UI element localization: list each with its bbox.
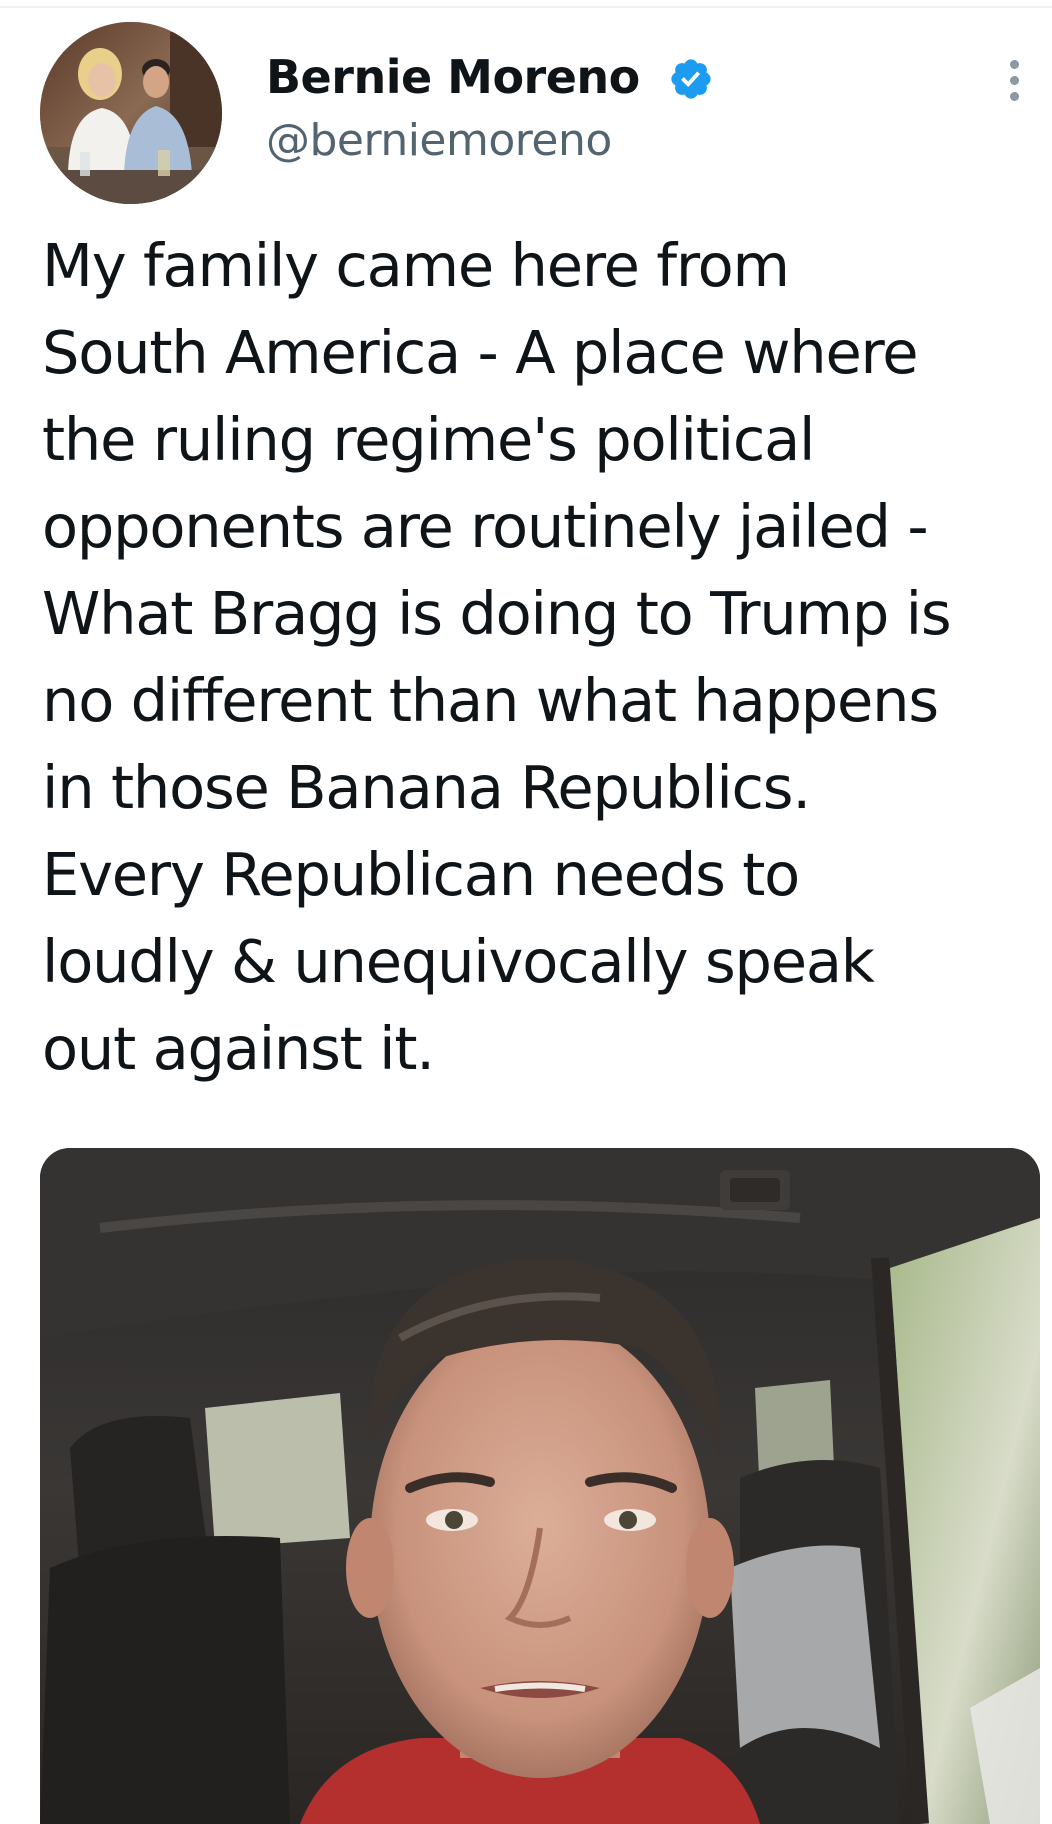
author-display-name[interactable]: Bernie Moreno (266, 48, 640, 106)
tweet-text-line: the ruling regime's political (42, 405, 815, 474)
video-still-icon (40, 1148, 1040, 1824)
top-divider (0, 6, 1052, 8)
tweet-text-line: What Bragg is doing to Trump is (42, 579, 952, 648)
tweet-text-line: opponents are routinely jailed - (42, 492, 929, 561)
tweet-text: My family came here from South America -… (42, 222, 1037, 1092)
tweet-media-video[interactable] (40, 1148, 1040, 1824)
verified-badge-icon (668, 56, 714, 102)
more-dot (1009, 59, 1019, 69)
tweet-text-line: Every Republican needs to (42, 840, 800, 909)
tweet-text-line: loudly & unequivocally speak (42, 927, 875, 996)
avatar-photo-icon (40, 22, 222, 204)
tweet-text-line: South America - A place where (42, 318, 919, 387)
tweet-text-line: out against it. (42, 1014, 435, 1083)
tweet-text-line: My family came here from (42, 231, 790, 300)
tweet-text-line: no different than what happens (42, 666, 939, 735)
author-handle[interactable]: @berniemoreno (266, 113, 612, 169)
more-options-icon[interactable] (998, 50, 1030, 110)
more-dot (1009, 75, 1019, 85)
more-dot (1009, 91, 1019, 101)
tweet-text-line: in those Banana Republics. (42, 753, 811, 822)
author-avatar[interactable] (40, 22, 222, 204)
